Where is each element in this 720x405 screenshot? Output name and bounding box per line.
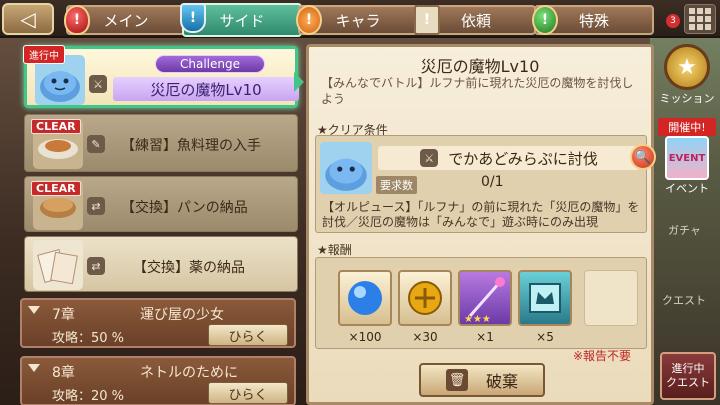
notification-badge: 3 <box>666 14 680 28</box>
report-note: ※報告不要 <box>573 349 632 363</box>
reward-item[interactable]: ×5 <box>518 270 572 344</box>
staff-weapon-icon: ★★★ <box>464 277 505 325</box>
quest-detail-panel: 災厄の魔物Lv10 【みんなでバトル】ルフナ前に現れた災厄の魔物を討伐しよう ★… <box>306 44 656 405</box>
tab-chara-label: キャラ <box>335 11 381 30</box>
condition-text-row: ⚔ でかあどみらぷに討伐 <box>378 146 640 170</box>
collapse-triangle-icon <box>28 306 40 314</box>
reward-count: ×30 <box>412 330 438 344</box>
crossed-swords-icon: ⚔ <box>89 75 107 93</box>
mission-button[interactable]: ★ ミッション <box>658 44 716 106</box>
exchange-icon: ⇄ <box>87 257 105 275</box>
tab-special[interactable]: ! 特殊 <box>532 5 654 35</box>
gacha-label[interactable]: ガチャ <box>668 222 701 238</box>
in-progress-quest-label: 進行中 クエスト <box>666 362 710 389</box>
detail-title: 災厄の魔物Lv10 <box>420 57 540 76</box>
trash-icon: 🗑 <box>445 369 468 391</box>
in-progress-badge: 進行中 <box>23 45 65 64</box>
open-chapter-button[interactable]: ひらく <box>208 382 288 404</box>
chapter-name: ネトルのために <box>140 365 238 381</box>
clear-badge: CLEAR <box>31 119 81 134</box>
detail-description: 【みんなでバトル】ルフナ前に現れた災厄の魔物を討伐しよう <box>321 76 634 106</box>
chapter-name: 運び屋の少女 <box>140 307 224 323</box>
quest-item-active[interactable]: 進行中 ⚔ Challenge 災厄の魔物Lv10 <box>23 45 299 108</box>
event-button[interactable]: EVENT イベント <box>658 136 716 196</box>
reward-label: ★報酬 <box>317 243 352 257</box>
quest-item[interactable]: CLEAR ⇄ 【交換】パンの納品 <box>24 176 298 232</box>
in-progress-quest-button[interactable]: 進行中 クエスト <box>660 352 716 400</box>
tab-request-label: 依頼 <box>460 11 491 30</box>
tab-side-label: サイド <box>219 11 265 30</box>
collapse-triangle-icon <box>28 364 40 372</box>
scroll-icon: ! <box>414 5 440 35</box>
medicine-packet-icon <box>33 240 83 290</box>
quest-title: 【交換】薬の納品 <box>133 260 245 276</box>
quest-title: 【練習】魚料理の入手 <box>121 138 261 154</box>
top-bar: ◁ ! メイン ! サイド ! キャラ ! 依頼 ! 特殊 3 <box>0 0 720 38</box>
tab-main[interactable]: ! メイン <box>64 5 186 35</box>
heart-icon: ! <box>296 5 322 35</box>
required-count-label: 要求数 <box>376 176 417 194</box>
reward-count: ×5 <box>536 330 554 344</box>
quest-item[interactable]: ⇄ 【交換】薬の納品 <box>24 236 298 292</box>
crown-ticket-icon <box>529 283 561 313</box>
quest-label[interactable]: クエスト <box>662 292 706 308</box>
reward-count: ×1 <box>476 330 494 344</box>
slime-portrait <box>320 142 372 194</box>
reward-item[interactable]: ★★★ ×1 <box>458 270 512 344</box>
tab-side[interactable]: ! サイド <box>180 3 302 37</box>
empty-reward-slot <box>584 270 638 326</box>
clear-badge: CLEAR <box>31 181 81 196</box>
tab-special-label: 特殊 <box>578 11 609 30</box>
svg-text:★★★: ★★★ <box>464 314 491 324</box>
discard-button[interactable]: 🗑 破棄 <box>419 363 545 397</box>
event-banner-icon: EVENT <box>665 136 709 180</box>
reward-item[interactable]: ×30 <box>398 270 452 344</box>
challenge-pill: Challenge <box>155 55 265 73</box>
condition-note: 【オルピュース】「ルフナ」の前に現れた「災厄の魔物」を討伐／災厄の魔物は「みんな… <box>322 200 640 229</box>
quest-item[interactable]: CLEAR ✎ 【練習】魚料理の入手 <box>24 114 298 172</box>
gem-icon: ! <box>532 5 558 35</box>
mission-label: ミッション <box>659 92 715 105</box>
chapter-progress: 攻略：20 % <box>52 389 125 404</box>
tab-main-label: メイン <box>103 11 149 30</box>
quest-title: 【交換】パンの納品 <box>121 200 248 216</box>
chapter-number: 8章 <box>52 365 75 381</box>
wrench-icon: ✎ <box>87 135 105 153</box>
crossed-swords-icon: ⚔ <box>420 149 439 167</box>
shield-icon: ! <box>180 3 206 33</box>
gold-coin-icon <box>408 281 442 315</box>
grid-menu-button[interactable] <box>684 4 716 34</box>
open-chapter-button[interactable]: ひらく <box>208 324 288 346</box>
back-arrow-icon: ◁ <box>20 7 36 31</box>
discard-label: 破棄 <box>485 372 518 391</box>
quest-title: 災厄の魔物Lv10 <box>113 77 299 101</box>
back-button[interactable]: ◁ <box>2 3 54 35</box>
exclamation-icon: ! <box>64 5 90 35</box>
exchange-icon: ⇄ <box>87 197 105 215</box>
blue-orb-icon <box>348 281 382 315</box>
chapter-row[interactable]: 7章 運び屋の少女 攻略：50 % ひらく <box>20 298 296 348</box>
search-icon[interactable]: 🔍 <box>630 144 656 170</box>
tab-chara[interactable]: ! キャラ <box>296 5 418 35</box>
reward-box: ×100 ×30 ★★★ ×1 ×5 <box>315 257 647 349</box>
chapter-progress: 攻略：50 % <box>52 331 125 346</box>
event-active-badge: 開催中! <box>658 118 716 136</box>
reward-item[interactable]: ×100 <box>338 270 392 344</box>
chapter-number: 7章 <box>52 307 75 323</box>
tab-request[interactable]: ! 依頼 <box>414 5 536 35</box>
chapter-row[interactable]: 8章 ネトルのために 攻略：20 % ひらく <box>20 356 296 405</box>
star-medal-icon: ★ <box>664 44 710 90</box>
required-count-value: 0/1 <box>481 174 504 190</box>
condition-text: でかあどみらぷに討伐 <box>448 149 598 168</box>
event-label: イベント <box>665 182 709 195</box>
reward-count: ×100 <box>348 330 382 344</box>
selected-arrow-icon <box>294 72 304 92</box>
clear-condition-box: ⚔ でかあどみらぷに討伐 🔍 要求数 0/1 【オルピュース】「ルフナ」の前に現… <box>315 135 656 233</box>
